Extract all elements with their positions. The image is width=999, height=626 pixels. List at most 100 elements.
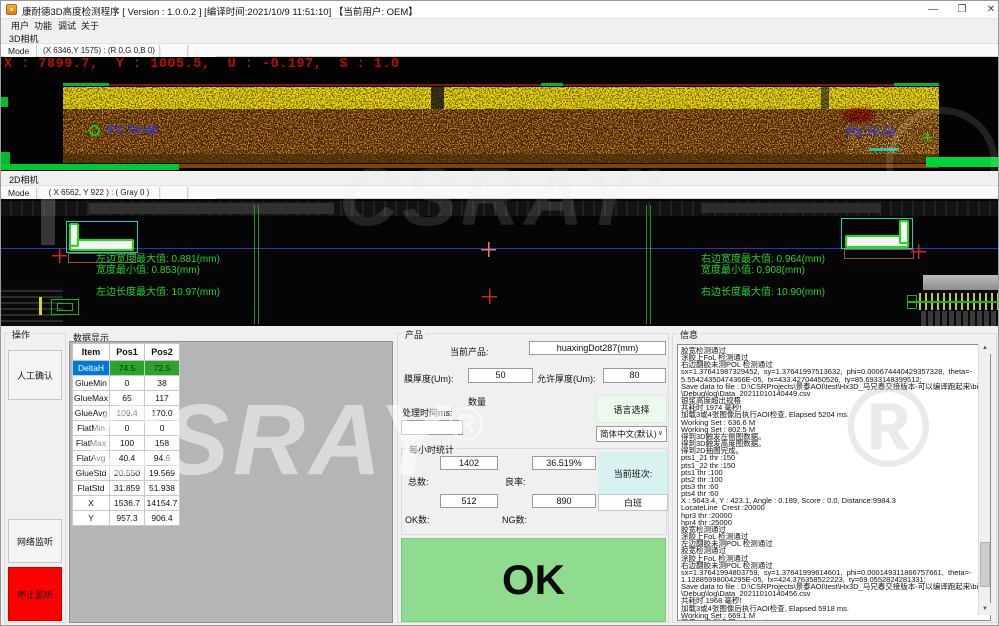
value-cell[interactable]: 957.3: [110, 511, 145, 526]
table-row[interactable]: FlatMin00: [73, 421, 180, 436]
col-pos2[interactable]: Pos2: [145, 344, 180, 361]
menu-about[interactable]: 关于: [81, 20, 99, 32]
item-cell[interactable]: GlueMin: [73, 376, 110, 391]
table-row[interactable]: X1536.714154.7: [73, 496, 180, 511]
camera3d-mode-button[interactable]: Mode ▼: [4, 45, 37, 57]
table-row[interactable]: Y957.3906.4: [73, 511, 180, 526]
item-cell[interactable]: FlatStd: [73, 481, 110, 496]
title-bar: 康耐德3D高度检测程序 [ Version : 1.0.0.2 ] [编译时间:…: [1, 1, 999, 19]
app-lock-icon: [6, 4, 17, 15]
item-cell[interactable]: FlatMin: [73, 421, 110, 436]
camera2d-mode-button[interactable]: Mode ▼: [4, 187, 37, 199]
stop-listen-button[interactable]: 停止监听: [8, 567, 62, 621]
camera3d-status-cell-2: [160, 45, 188, 57]
col-item[interactable]: Item: [73, 344, 110, 361]
close-button[interactable]: ✕: [976, 1, 999, 18]
camera3d-image-view[interactable]: X : 7899.7, Y : 1005.5, U : -0.197, S : …: [1, 57, 999, 171]
item-cell[interactable]: DeltaH: [73, 361, 110, 376]
film-thickness-label: 膜厚度(Um):: [404, 372, 454, 385]
item-cell[interactable]: X: [73, 496, 110, 511]
value-cell[interactable]: 100: [110, 436, 145, 451]
value-cell[interactable]: 94.6: [145, 451, 180, 466]
menu-user[interactable]: 用户: [11, 20, 29, 32]
table-row[interactable]: GlueMax65117: [73, 391, 180, 406]
right-length-max-annotation: 右边长度最大值: 10.90(mm): [701, 287, 825, 298]
value-cell[interactable]: 40.4: [110, 451, 145, 466]
scroll-up-icon[interactable]: ▲: [979, 342, 991, 354]
coords-overlay: X : 7899.7, Y : 1005.5, U : -0.197, S : …: [4, 57, 400, 72]
item-cell[interactable]: GlueAvg: [73, 406, 110, 421]
manual-confirm-button[interactable]: 人工确认: [8, 350, 62, 400]
table-row[interactable]: GlueAvg109.4170.0: [73, 406, 180, 421]
image-texture: [89, 203, 334, 214]
table-row[interactable]: FlatStd31.85951.938: [73, 481, 180, 496]
scrollbar-thumb[interactable]: [980, 542, 990, 587]
value-cell[interactable]: 1536.7: [110, 496, 145, 511]
ng-count-field[interactable]: 890: [532, 494, 596, 508]
language-select-button[interactable]: 语言选择: [596, 395, 667, 423]
total-count-field[interactable]: 1402: [440, 456, 498, 470]
network-listen-button[interactable]: 网络监听: [8, 519, 62, 563]
right-component-blob: [899, 220, 909, 244]
pointcloud-render: [1, 57, 999, 171]
value-cell[interactable]: 0: [110, 376, 145, 391]
image-texture: [923, 275, 999, 290]
right-width-max-annotation: 右边宽度最大值: 0.964(mm): [701, 254, 825, 265]
shift-button[interactable]: 白班: [598, 494, 668, 511]
item-cell[interactable]: FlatMax: [73, 436, 110, 451]
maximize-button[interactable]: ❐: [947, 1, 977, 18]
value-cell[interactable]: 109.4: [110, 406, 145, 421]
value-cell[interactable]: 31.859: [110, 481, 145, 496]
menu-debug[interactable]: 调试: [58, 20, 76, 32]
scroll-down-icon[interactable]: ▼: [979, 603, 991, 615]
value-cell[interactable]: 117: [145, 391, 180, 406]
info-log[interactable]: 胶宽检测通过 涂胶上FoL 检测通过 右边翻胶未测POL 检测通过 sx=1.3…: [677, 344, 991, 621]
table-row[interactable]: DeltaH74.572.5: [73, 361, 180, 376]
value-cell[interactable]: 19.569: [145, 466, 180, 481]
current-product-field[interactable]: huaxingDot287(mm): [529, 341, 666, 355]
table-row[interactable]: GlueMin038: [73, 376, 180, 391]
current-product-label: 当前产品:: [450, 345, 489, 358]
value-cell[interactable]: 158: [145, 436, 180, 451]
pin-baseline: [907, 301, 999, 303]
value-cell[interactable]: 0: [110, 421, 145, 436]
value-cell[interactable]: 14154.7: [145, 496, 180, 511]
camera3d-status-cell-3: [188, 45, 216, 57]
roi-outline: [57, 303, 73, 311]
menu-bar: 用户 功能 调试 关于: [1, 20, 999, 32]
minimize-button[interactable]: —: [918, 1, 948, 18]
value-cell[interactable]: 65: [110, 391, 145, 406]
language-dropdown[interactable]: 简体中文(默认) ∨: [596, 426, 667, 442]
camera2d-image-view[interactable]: 左边宽度最大值: 0.881(mm) 宽度最小值: 0.853(mm) 左边长度…: [1, 199, 999, 326]
value-cell[interactable]: 38: [145, 376, 180, 391]
ok-count-field[interactable]: 512: [440, 494, 498, 508]
allow-thickness-field[interactable]: 80: [603, 368, 666, 383]
main-window: 康耐德3D高度检测程序 [ Version : 1.0.0.2 ] [编译时间:…: [0, 0, 999, 626]
hourly-stats-label: 每小时统计: [406, 443, 457, 456]
yield-field[interactable]: 36.519%: [532, 456, 596, 470]
film-thickness-field[interactable]: 50: [468, 368, 533, 383]
process-time-field[interactable]: [401, 420, 463, 435]
window-title: 康耐德3D高度检测程序 [ Version : 1.0.0.2 ] [编译时间:…: [22, 4, 418, 18]
log-scrollbar[interactable]: ▲ ▼: [978, 342, 990, 615]
item-cell[interactable]: GlueStd: [73, 466, 110, 481]
value-cell[interactable]: 74.5: [110, 361, 145, 376]
value-cell[interactable]: 20.550: [110, 466, 145, 481]
chevron-down-icon: ∨: [658, 427, 663, 441]
process-time-label: 处理时间ms:: [402, 406, 453, 419]
value-cell[interactable]: 0: [145, 421, 180, 436]
table-row[interactable]: FlatMax100158: [73, 436, 180, 451]
table-row[interactable]: FlatAvg40.494.6: [73, 451, 180, 466]
value-cell[interactable]: 72.5: [145, 361, 180, 376]
value-cell[interactable]: 906.4: [145, 511, 180, 526]
value-cell[interactable]: 170.0: [145, 406, 180, 421]
item-cell[interactable]: GlueMax: [73, 391, 110, 406]
table-row[interactable]: GlueStd20.55019.569: [73, 466, 180, 481]
value-cell[interactable]: 51.938: [145, 481, 180, 496]
item-cell[interactable]: FlatAvg: [73, 451, 110, 466]
ok-count-label: OK数:: [405, 513, 430, 526]
p1-marker-icon: [89, 125, 100, 136]
item-cell[interactable]: Y: [73, 511, 110, 526]
menu-function[interactable]: 功能: [34, 20, 52, 32]
col-pos1[interactable]: Pos1: [110, 344, 145, 361]
